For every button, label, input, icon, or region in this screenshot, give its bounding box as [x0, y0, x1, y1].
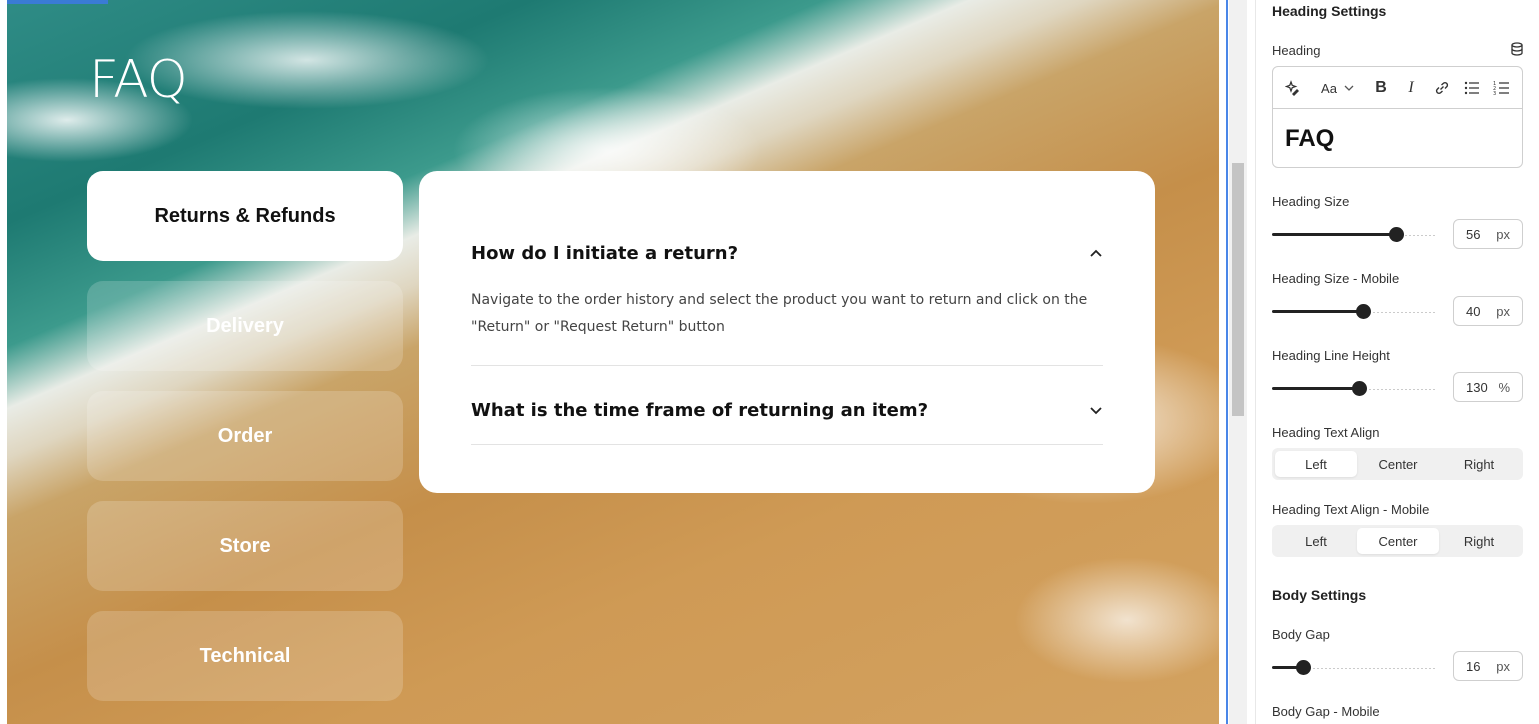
align-right-option[interactable]: Right: [1438, 451, 1520, 477]
database-icon[interactable]: [1511, 42, 1523, 56]
heading-settings-title: Heading Settings: [1272, 3, 1387, 19]
settings-panel: Heading Settings Heading Aa B I 1 2 3 FA…: [1255, 0, 1539, 724]
heading-text-align-mobile-control: Left Center Right: [1272, 525, 1523, 557]
slider-fill: [1272, 387, 1360, 390]
question-text: What is the time frame of returning an i…: [471, 400, 929, 421]
body-gap-mobile-label: Body Gap - Mobile: [1272, 704, 1380, 719]
faq-card: How do I initiate a return? Navigate to …: [419, 171, 1155, 493]
body-gap-slider[interactable]: [1272, 660, 1437, 675]
heading-size-mobile-slider[interactable]: [1272, 304, 1437, 319]
divider: [471, 365, 1103, 366]
heading-rich-text-editor[interactable]: Aa B I 1 2 3 FAQ: [1272, 66, 1523, 168]
slider-fill: [1272, 233, 1396, 236]
heading-size-input[interactable]: 56 px: [1453, 219, 1523, 249]
category-delivery[interactable]: Delivery: [87, 281, 403, 371]
italic-button[interactable]: I: [1401, 78, 1421, 98]
heading-editor-content[interactable]: FAQ: [1285, 125, 1334, 153]
align-left-option[interactable]: Left: [1275, 528, 1357, 554]
heading-size-mobile-input[interactable]: 40 px: [1453, 296, 1523, 326]
divider: [471, 444, 1103, 445]
editor-toolbar: Aa B I 1 2 3: [1273, 67, 1522, 109]
preview-canvas: FAQ Returns & Refunds Delivery Order Sto…: [7, 0, 1219, 724]
unit: %: [1498, 380, 1510, 395]
chevron-down-icon[interactable]: [1089, 403, 1103, 417]
slider-fill: [1272, 310, 1363, 313]
slider-knob[interactable]: [1296, 660, 1312, 675]
value: 16: [1466, 659, 1481, 674]
body-gap-label: Body Gap: [1272, 627, 1330, 642]
category-returns-refunds[interactable]: Returns & Refunds: [87, 171, 403, 261]
faq-question-2[interactable]: What is the time frame of returning an i…: [471, 400, 1103, 421]
unit: px: [1496, 659, 1510, 674]
heading-text-align-mobile-label: Heading Text Align - Mobile: [1272, 502, 1430, 517]
heading-line-height-input[interactable]: 130 %: [1453, 372, 1523, 402]
answer-line: "Return" or "Request Return" button: [471, 319, 725, 335]
heading-size-slider[interactable]: [1272, 227, 1437, 242]
align-center-option[interactable]: Center: [1357, 528, 1439, 554]
value: 56: [1466, 227, 1481, 242]
selection-indicator: [7, 0, 108, 4]
chevron-down-icon[interactable]: [1343, 78, 1355, 98]
body-settings-title: Body Settings: [1272, 587, 1367, 603]
category-store[interactable]: Store: [87, 501, 403, 591]
category-order[interactable]: Order: [87, 391, 403, 481]
heading-size-label: Heading Size: [1272, 194, 1350, 209]
bold-button[interactable]: B: [1371, 78, 1391, 98]
heading-text-align-control: Left Center Right: [1272, 448, 1523, 480]
text-style-button[interactable]: Aa: [1319, 78, 1339, 98]
heading-label: Heading: [1272, 43, 1321, 58]
faq-answer-1: Navigate to the order history and select…: [471, 287, 1103, 341]
value: 130: [1466, 380, 1488, 395]
canvas-scrollbar[interactable]: [1229, 0, 1247, 724]
value: 40: [1466, 304, 1481, 319]
bullet-list-icon[interactable]: [1463, 78, 1481, 98]
slider-knob[interactable]: [1352, 381, 1368, 396]
align-left-option[interactable]: Left: [1275, 451, 1357, 477]
faq-question-1[interactable]: How do I initiate a return?: [471, 243, 1103, 264]
scrollbar-thumb[interactable]: [1232, 163, 1244, 416]
chevron-up-icon[interactable]: [1089, 246, 1103, 260]
faq-heading[interactable]: FAQ: [89, 52, 188, 108]
heading-text-align-label: Heading Text Align: [1272, 425, 1380, 440]
unit: px: [1496, 304, 1510, 319]
heading-size-mobile-label: Heading Size - Mobile: [1272, 271, 1400, 286]
body-gap-input[interactable]: 16 px: [1453, 651, 1523, 681]
category-technical[interactable]: Technical: [87, 611, 403, 701]
question-text: How do I initiate a return?: [471, 243, 739, 264]
svg-text:3: 3: [1493, 91, 1496, 97]
heading-line-height-label: Heading Line Height: [1272, 348, 1390, 363]
align-center-option[interactable]: Center: [1357, 451, 1439, 477]
canvas-selection-border: [1226, 0, 1228, 724]
align-right-option[interactable]: Right: [1438, 528, 1520, 554]
link-icon[interactable]: [1433, 78, 1451, 98]
heading-line-height-slider[interactable]: [1272, 381, 1437, 396]
sparkle-icon[interactable]: [1285, 78, 1303, 98]
unit: px: [1496, 227, 1510, 242]
answer-line: Navigate to the order history and select…: [471, 292, 1088, 308]
slider-knob[interactable]: [1355, 304, 1371, 319]
slider-knob[interactable]: [1388, 227, 1404, 242]
numbered-list-icon[interactable]: 1 2 3: [1493, 78, 1511, 98]
